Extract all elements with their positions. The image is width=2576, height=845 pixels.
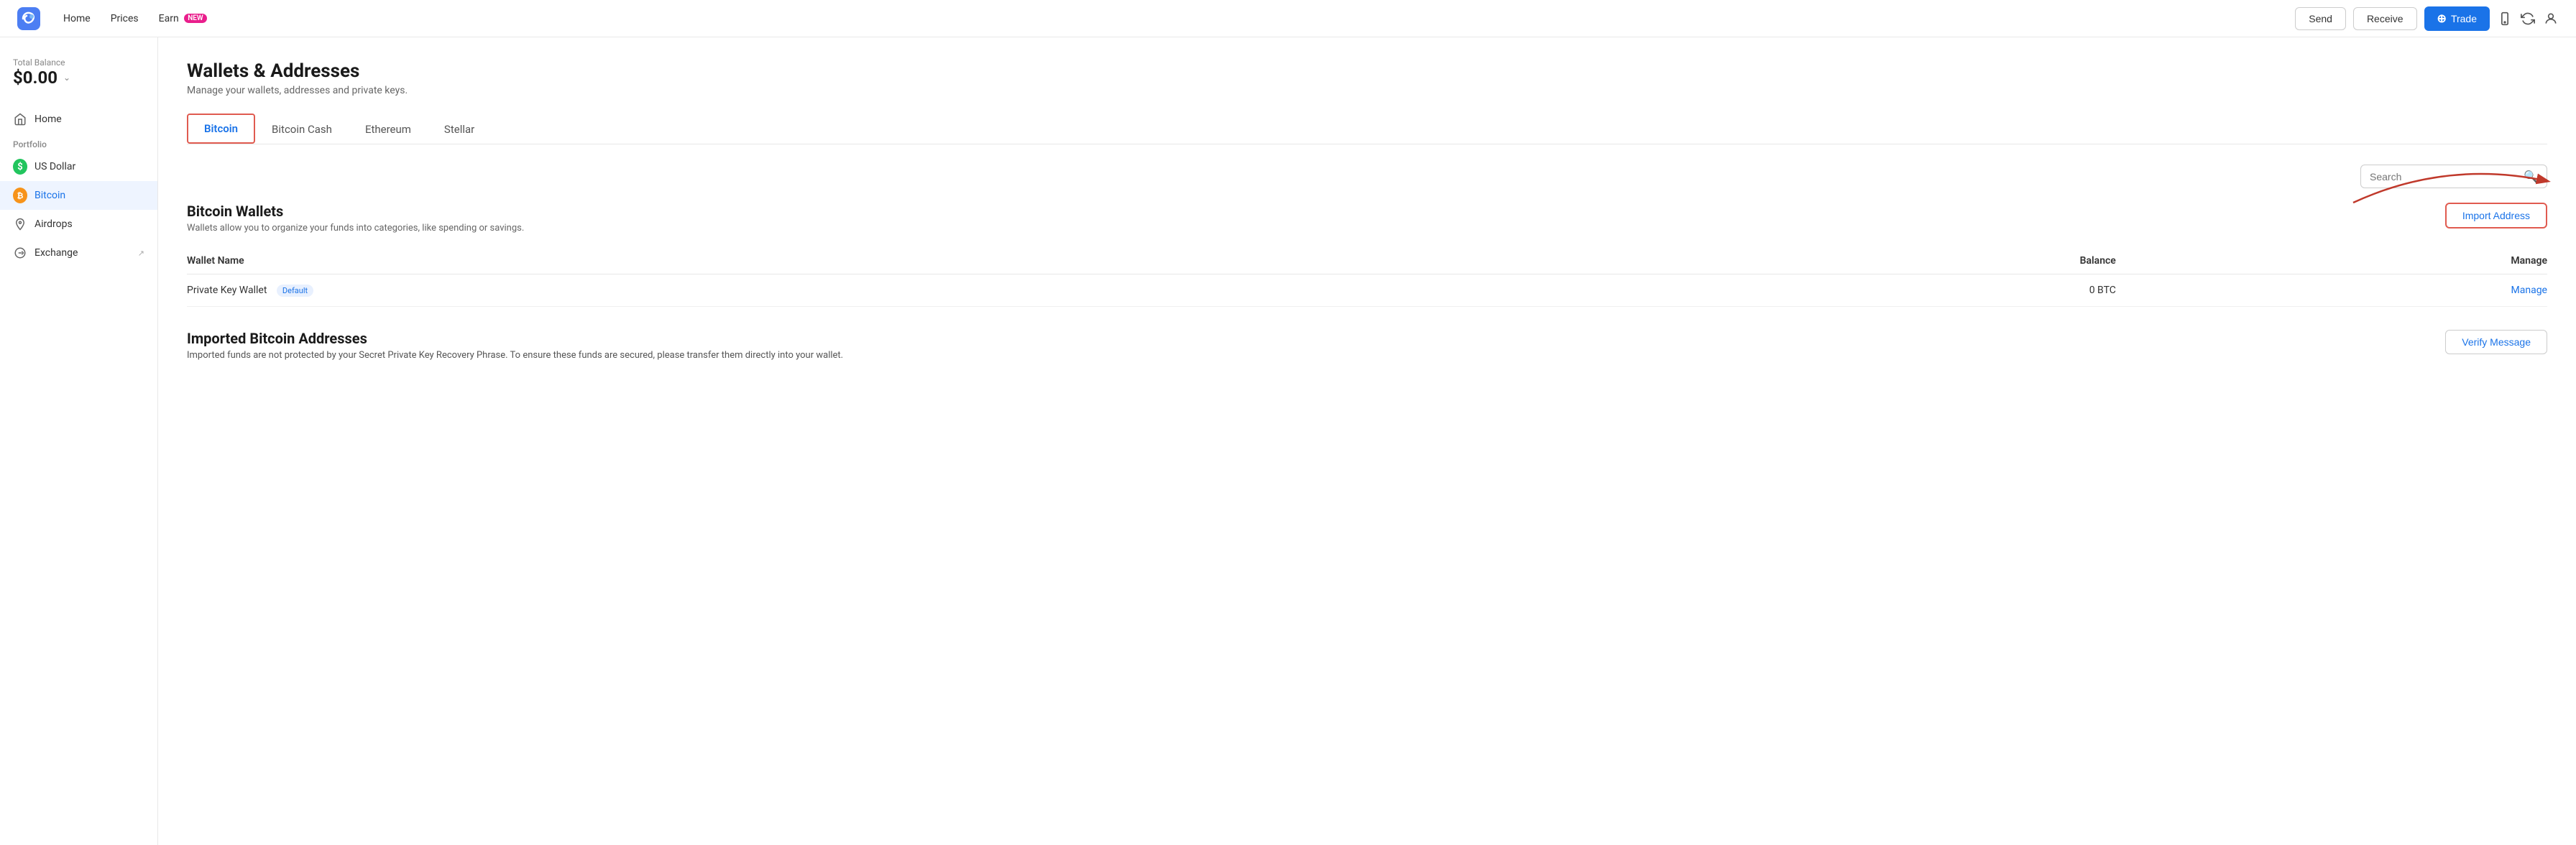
tab-stellar[interactable]: Stellar (428, 115, 491, 144)
import-area: Import Address (2445, 203, 2547, 228)
receive-button[interactable]: Receive (2353, 7, 2417, 30)
balance-cell: 0 BTC (1688, 274, 2116, 307)
imported-title-block: Imported Bitcoin Addresses Imported fund… (187, 330, 843, 361)
balance-section: Total Balance $0.00 ⌄ (0, 49, 157, 99)
page-subtitle: Manage your wallets, addresses and priva… (187, 85, 2547, 96)
page-title: Wallets & Addresses (187, 60, 2547, 82)
bitcoin-wallets-section: Bitcoin Wallets Wallets allow you to org… (187, 203, 2547, 307)
search-icon[interactable]: 🔍 (2524, 170, 2538, 183)
wallet-tabs: Bitcoin Bitcoin Cash Ethereum Stellar (187, 114, 2547, 144)
search-box: 🔍 (2360, 165, 2547, 188)
imported-section: Imported Bitcoin Addresses Imported fund… (187, 330, 2547, 361)
earn-new-badge: NEW (184, 14, 207, 23)
sidebar-item-exchange[interactable]: Exchange ↗ (0, 239, 157, 267)
imported-row: Imported Bitcoin Addresses Imported fund… (187, 330, 2547, 361)
home-icon (13, 112, 27, 126)
nav-earn[interactable]: Earn NEW (150, 9, 216, 29)
sidebar-exchange-label: Exchange (34, 247, 78, 259)
imported-title: Imported Bitcoin Addresses (187, 330, 843, 347)
nav-links: Home Prices Earn NEW (55, 9, 216, 29)
send-button[interactable]: Send (2295, 7, 2346, 30)
section-title-block: Bitcoin Wallets Wallets allow you to org… (187, 203, 524, 234)
sidebar-airdrops-label: Airdrops (34, 218, 73, 230)
sidebar-nav: Home Portfolio $ US Dollar ₿ Bitcoin Air… (0, 105, 157, 267)
balance-amount: $0.00 (13, 68, 58, 88)
search-input[interactable] (2370, 171, 2518, 183)
wallet-name-cell: Private Key Wallet Default (187, 274, 1688, 307)
main-content: Wallets & Addresses Manage your wallets,… (158, 37, 2576, 845)
manage-link[interactable]: Manage (2511, 285, 2547, 296)
wallet-name-text: Private Key Wallet (187, 285, 267, 296)
manage-cell: Manage (2116, 274, 2547, 307)
nav-prices[interactable]: Prices (102, 9, 147, 29)
sidebar-item-usdollar[interactable]: $ US Dollar (0, 152, 157, 181)
nav-right: Send Receive ⊕ Trade (2295, 6, 2559, 31)
col-wallet-name: Wallet Name (187, 248, 1688, 274)
section-desc: Wallets allow you to organize your funds… (187, 223, 524, 234)
sidebar-portfolio-label: Portfolio (0, 134, 157, 152)
refresh-icon[interactable] (2520, 11, 2536, 27)
external-link-icon: ↗ (138, 249, 144, 258)
col-manage: Manage (2116, 248, 2547, 274)
plus-icon: ⊕ (2437, 11, 2447, 26)
table-row: Private Key Wallet Default 0 BTC Manage (187, 274, 2547, 307)
nav-home[interactable]: Home (55, 9, 99, 29)
sidebar-home-label: Home (34, 114, 62, 125)
search-row: 🔍 (187, 165, 2547, 188)
tab-ethereum[interactable]: Ethereum (349, 115, 428, 144)
balance-chevron-icon[interactable]: ⌄ (63, 73, 70, 83)
bitcoin-icon: ₿ (13, 188, 27, 203)
exchange-icon (13, 246, 27, 260)
sidebar-usdollar-label: US Dollar (34, 161, 75, 172)
sidebar: Total Balance $0.00 ⌄ Home Portfolio $ U… (0, 37, 158, 845)
import-address-button[interactable]: Import Address (2445, 203, 2547, 228)
col-balance: Balance (1688, 248, 2116, 274)
user-icon[interactable] (2543, 11, 2559, 27)
verify-message-button[interactable]: Verify Message (2445, 330, 2547, 354)
section-header: Bitcoin Wallets Wallets allow you to org… (187, 203, 2547, 234)
tab-bitcoin-cash[interactable]: Bitcoin Cash (255, 115, 349, 144)
section-title: Bitcoin Wallets (187, 203, 524, 220)
sidebar-item-bitcoin[interactable]: ₿ Bitcoin (0, 181, 157, 210)
wallet-table: Wallet Name Balance Manage Private Key W… (187, 248, 2547, 307)
sidebar-item-home[interactable]: Home (0, 105, 157, 134)
airdrops-icon (13, 217, 27, 231)
top-navigation: Home Prices Earn NEW Send Receive ⊕ Trad… (0, 0, 2576, 37)
tab-bitcoin[interactable]: Bitcoin (187, 114, 255, 144)
mobile-icon[interactable] (2497, 11, 2513, 27)
balance-label: Total Balance (13, 57, 144, 68)
sidebar-bitcoin-label: Bitcoin (34, 190, 65, 201)
default-badge: Default (277, 285, 313, 297)
trade-button[interactable]: ⊕ Trade (2424, 6, 2490, 31)
usdollar-icon: $ (13, 160, 27, 174)
imported-desc: Imported funds are not protected by your… (187, 350, 843, 361)
sidebar-item-airdrops[interactable]: Airdrops (0, 210, 157, 239)
logo[interactable] (17, 7, 40, 30)
